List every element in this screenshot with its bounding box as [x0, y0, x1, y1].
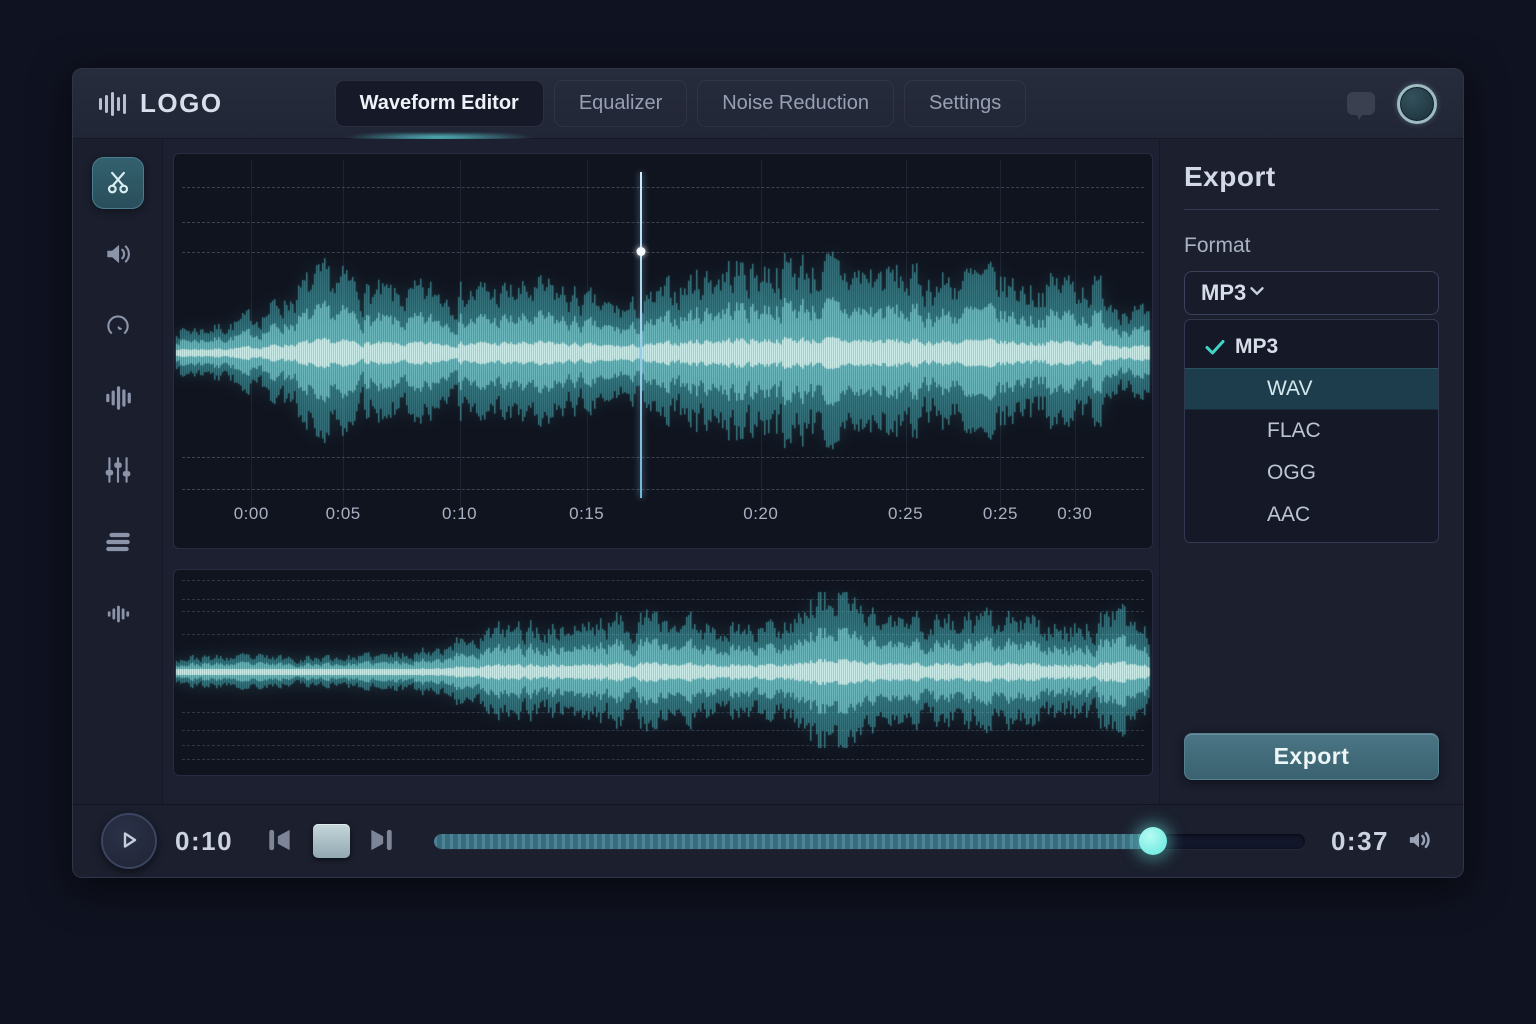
time-label: 0:10 — [442, 504, 477, 524]
export-panel-title: Export — [1184, 161, 1439, 193]
format-option-flac[interactable]: FLAC — [1185, 410, 1438, 452]
tab-settings[interactable]: Settings — [904, 80, 1026, 127]
format-option-mp3[interactable]: MP3 — [1185, 326, 1438, 368]
navbar-right — [1347, 84, 1437, 124]
format-select-value: MP3 — [1201, 280, 1246, 306]
gauge-icon — [103, 311, 133, 344]
time-label: 0:15 — [569, 504, 604, 524]
total-time: 0:37 — [1331, 826, 1389, 857]
waveform-panel-main[interactable]: 0:00 0:05 0:10 0:15 0:20 0:25 0:25 0:30 — [173, 153, 1153, 549]
play-icon — [117, 828, 141, 855]
tab-equalizer[interactable]: Equalizer — [554, 80, 687, 127]
cut-tool-button[interactable] — [92, 157, 144, 209]
avatar[interactable] — [1397, 84, 1437, 124]
navbar: LOGO Waveform Editor Equalizer Noise Red… — [73, 69, 1463, 139]
faders-icon — [103, 455, 133, 488]
skip-back-icon — [265, 825, 295, 858]
slider-handle[interactable] — [1139, 827, 1167, 855]
format-option-ogg[interactable]: OGG — [1185, 452, 1438, 494]
skip-forward-icon — [366, 825, 396, 858]
main-tabs: Waveform Editor Equalizer Noise Reductio… — [335, 80, 1027, 127]
playhead-dot[interactable] — [637, 247, 646, 256]
time-label: 0:25 — [983, 504, 1018, 524]
waveform-tool-button[interactable] — [92, 373, 144, 425]
play-button[interactable] — [101, 813, 157, 869]
spectrum-tool-button[interactable] — [92, 589, 144, 641]
skip-back-button[interactable] — [265, 825, 295, 858]
volume-tool-button[interactable] — [92, 229, 144, 281]
mixer-tool-button[interactable] — [92, 445, 144, 497]
skip-forward-button[interactable] — [366, 825, 396, 858]
tracks-icon — [103, 527, 133, 560]
stop-button[interactable] — [313, 824, 350, 858]
format-option-aac[interactable]: AAC — [1185, 494, 1438, 536]
logo-text: LOGO — [140, 88, 223, 119]
meter-tool-button[interactable] — [92, 301, 144, 353]
waveform-panel-secondary[interactable] — [173, 569, 1153, 776]
stop-icon — [313, 824, 350, 858]
chevron-down-icon — [1246, 280, 1268, 307]
time-label: 0:25 — [888, 504, 923, 524]
main-waveform — [174, 154, 1152, 500]
format-dropdown: MP3 WAV FLAC OGG AAC — [1184, 319, 1439, 543]
waveform-icon — [103, 383, 133, 416]
scissors-icon — [103, 167, 133, 200]
format-select[interactable]: MP3 — [1184, 271, 1439, 315]
logo-icon — [99, 90, 126, 118]
current-time: 0:10 — [175, 826, 233, 857]
spectrum-icon — [105, 601, 131, 630]
transport-bar: 0:10 0:37 — [73, 804, 1463, 877]
time-label: 0:30 — [1057, 504, 1092, 524]
divider — [1184, 209, 1439, 210]
export-panel: Export Format MP3 MP3 WAV FLAC — [1159, 139, 1463, 804]
export-button[interactable]: Export — [1184, 733, 1439, 780]
time-label: 0:05 — [326, 504, 361, 524]
tool-rail — [73, 139, 163, 804]
tab-waveform-editor[interactable]: Waveform Editor — [335, 80, 544, 127]
speaker-icon — [103, 239, 133, 272]
volume-icon — [1403, 824, 1435, 859]
slider-fill — [434, 834, 1153, 849]
time-label: 0:00 — [234, 504, 269, 524]
format-label: Format — [1184, 234, 1439, 258]
brand: LOGO — [99, 88, 223, 119]
time-label: 0:20 — [743, 504, 778, 524]
content-area: 0:00 0:05 0:10 0:15 0:20 0:25 0:25 0:30 — [73, 139, 1463, 804]
secondary-waveform — [174, 570, 1152, 775]
progress-slider[interactable] — [434, 834, 1305, 849]
editor-area: 0:00 0:05 0:10 0:15 0:20 0:25 0:25 0:30 — [163, 139, 1159, 804]
playhead[interactable] — [640, 172, 642, 498]
chat-icon[interactable] — [1347, 92, 1375, 115]
app-window: LOGO Waveform Editor Equalizer Noise Red… — [72, 68, 1464, 878]
volume-button[interactable] — [1403, 824, 1435, 859]
format-option-wav[interactable]: WAV — [1185, 368, 1438, 410]
check-icon — [1203, 335, 1227, 359]
tab-noise-reduction[interactable]: Noise Reduction — [697, 80, 894, 127]
tracks-tool-button[interactable] — [92, 517, 144, 569]
